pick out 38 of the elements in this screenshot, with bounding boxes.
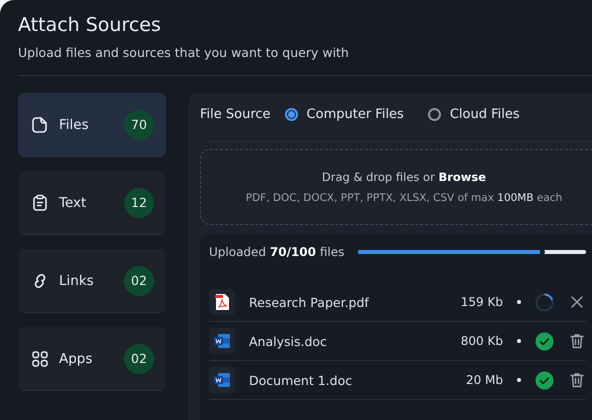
radio-option[interactable]: Computer Files bbox=[284, 106, 404, 122]
clipboard-icon bbox=[31, 194, 49, 212]
dialog-title: Attach Sources bbox=[18, 14, 162, 36]
separator-dot bbox=[517, 378, 521, 382]
tab-label: Text bbox=[59, 194, 88, 210]
delete-button[interactable] bbox=[568, 371, 586, 389]
format-hint: PDF, DOC, DOCX, PPT, PPTX, XLSX, CSV of max 100MB each bbox=[246, 192, 562, 204]
file-size: 20 Mb bbox=[466, 373, 503, 387]
radio-option[interactable]: Cloud Files bbox=[428, 106, 520, 122]
source-tab[interactable]: Text 12 bbox=[18, 171, 166, 235]
grid-icon bbox=[31, 350, 49, 368]
file-icon bbox=[31, 116, 49, 134]
count-badge: 12 bbox=[124, 188, 154, 218]
drop-instruction: Drag & drop files or Browse bbox=[322, 170, 486, 184]
word-file-icon bbox=[214, 334, 230, 348]
file-name: Analysis.doc bbox=[249, 334, 328, 348]
pdf-file-icon bbox=[215, 294, 229, 310]
file-size: 800 Kb bbox=[460, 334, 503, 348]
word-file-icon bbox=[214, 373, 230, 387]
tab-label: Links bbox=[59, 272, 95, 288]
file-source-label: File Source bbox=[200, 106, 271, 122]
drop-zone[interactable]: Drag & drop files or Browse PDF, DOC, DOCX, PPT, PPTX, XLSX, CSV of max 100MB each bbox=[200, 149, 592, 225]
source-tab[interactable]: Files 70 bbox=[18, 93, 166, 157]
count-badge: 70 bbox=[124, 110, 154, 140]
delete-button[interactable] bbox=[568, 332, 586, 350]
separator-dot bbox=[517, 300, 521, 304]
file-name: Document 1.doc bbox=[249, 372, 354, 388]
tab-label: Files bbox=[59, 116, 90, 132]
file-size: 159 Kb bbox=[460, 295, 503, 309]
file-name: Research Paper.pdf bbox=[249, 294, 370, 310]
source-tab[interactable]: Apps 02 bbox=[18, 327, 166, 391]
source-tab[interactable]: Links 02 bbox=[18, 249, 166, 313]
upload-summary: Uploaded 70/100 files bbox=[209, 245, 344, 259]
dialog-subtitle: Upload files and sources that you want to query with bbox=[18, 45, 350, 60]
count-badge: 02 bbox=[124, 344, 154, 374]
count-badge: 02 bbox=[124, 266, 154, 296]
tab-label: Apps bbox=[59, 350, 94, 366]
separator-dot bbox=[517, 339, 521, 343]
